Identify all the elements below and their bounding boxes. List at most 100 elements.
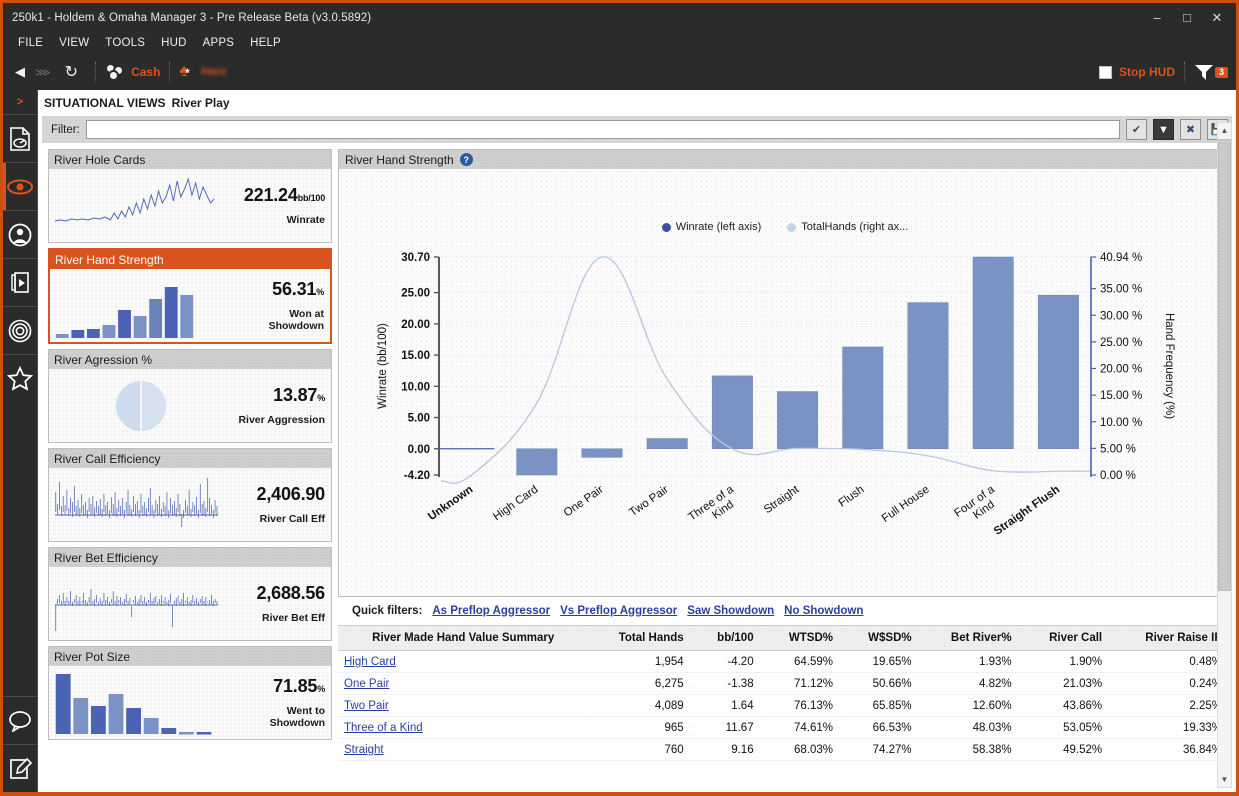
column-header-river-raise-ip[interactable]: River Raise IP (1112, 626, 1232, 651)
table-row[interactable]: Straight7609.1668.03%74.27%58.38%49.52%3… (338, 739, 1232, 761)
column-header-bb100[interactable]: bb/100 (694, 626, 764, 651)
river-hand-strength-chart[interactable]: Winrate (left axis) TotalHands (right ax… (338, 169, 1232, 597)
replayer-icon[interactable] (3, 258, 37, 306)
quick-filter-as-preflop-aggressor[interactable]: As Preflop Aggressor (432, 605, 550, 617)
stop-hud-toggle[interactable]: Stop HUD (1099, 65, 1175, 79)
card-stat: 221.24bb/100 Winrate (229, 185, 325, 226)
filter-input[interactable] (86, 120, 1120, 139)
toolbar-separator-3 (1184, 62, 1185, 82)
quick-filter-vs-preflop-aggressor[interactable]: Vs Preflop Aggressor (560, 605, 677, 617)
column-header-wtsd[interactable]: WTSD% (764, 626, 843, 651)
forward-icon[interactable]: ⋙ (31, 66, 55, 79)
clear-filter-button[interactable]: ✖ (1180, 119, 1201, 140)
legend-item-totalhands[interactable]: TotalHands (right ax... (787, 221, 908, 233)
close-button[interactable]: ✕ (1202, 5, 1232, 31)
table-cell: 1.64 (694, 695, 764, 717)
hand-value-link[interactable]: Straight (344, 744, 384, 756)
column-header-wssd[interactable]: W$SD% (843, 626, 922, 651)
menu-view[interactable]: VIEW (51, 35, 97, 51)
filter-funnel-button[interactable]: ▼ (1153, 119, 1174, 140)
scroll-up-arrow[interactable]: ▲ (1218, 123, 1231, 138)
table-cell: 11.67 (694, 717, 764, 739)
rail-expand-button[interactable]: > (3, 90, 37, 114)
rail-bottom-group (3, 696, 37, 792)
legend-label-winrate: Winrate (left axis) (676, 221, 762, 233)
card-unit: bb/100 (298, 193, 325, 203)
column-header-bet-river[interactable]: Bet River% (922, 626, 1022, 651)
edit-note-icon[interactable] (3, 744, 37, 792)
hand-value-link[interactable]: One Pair (344, 678, 389, 690)
legend-item-winrate[interactable]: Winrate (left axis) (662, 221, 762, 233)
river-made-hand-value-summary-table[interactable]: River Made Hand Value Summary Total Hand… (338, 625, 1232, 761)
card-title: River Bet Efficiency (49, 548, 331, 567)
svg-text:Two Pair: Two Pair (627, 484, 671, 520)
filter-label: Filter: (46, 124, 80, 136)
favorites-star-icon[interactable] (3, 354, 37, 402)
column-header-hand-value[interactable]: River Made Hand Value Summary (338, 626, 588, 651)
card-body: 221.24bb/100 Winrate (49, 169, 331, 242)
content-scrollbar[interactable]: ▲ ▼ (1217, 122, 1232, 788)
card-river-hand-strength[interactable]: River Hand Strength (48, 248, 332, 344)
hand-value-link[interactable]: High Card (344, 656, 396, 668)
menu-help[interactable]: HELP (242, 35, 289, 51)
hand-value-link[interactable]: Two Pair (344, 700, 389, 712)
card-river-bet-efficiency[interactable]: River Bet Efficiency 2,688.56 River Bet (48, 547, 332, 641)
table-cell-hand-value: One Pair (338, 673, 588, 695)
table-cell: 71.12% (764, 673, 843, 695)
table-cell: 965 (588, 717, 693, 739)
table-cell: 19.65% (843, 651, 922, 673)
chart-legend: Winrate (left axis) TotalHands (right ax… (339, 221, 1231, 233)
breadcrumb-page[interactable]: River Play (172, 96, 230, 110)
table-row[interactable]: Two Pair4,0891.6476.13%65.85%12.60%43.86… (338, 695, 1232, 717)
menu-file[interactable]: FILE (10, 35, 51, 51)
svg-text:10.00 %: 10.00 % (1100, 417, 1142, 429)
card-river-call-efficiency[interactable]: River Call Efficiency 2,406.90 River Cal (48, 448, 332, 542)
cash-game-selector[interactable]: Cash (105, 63, 160, 81)
menu-hud[interactable]: HUD (153, 35, 195, 51)
minimize-button[interactable]: – (1142, 5, 1172, 31)
player-selector[interactable]: ★ Hero (179, 64, 226, 80)
table-row[interactable]: Three of a Kind96511.6774.61%66.53%48.03… (338, 717, 1232, 739)
card-unit: % (316, 287, 324, 297)
reports-icon[interactable] (3, 114, 37, 162)
notes-chat-icon[interactable] (3, 696, 37, 744)
svg-text:One Pair: One Pair (562, 484, 606, 520)
filter-funnel-button[interactable]: 3 (1194, 62, 1228, 82)
quick-filter-saw-showdown[interactable]: Saw Showdown (687, 605, 774, 617)
table-cell: 36.84% (1112, 739, 1232, 761)
card-river-hole-cards[interactable]: River Hole Cards 221.24bb/100 Winrate (48, 149, 332, 243)
main-pane: River Hand Strength ? Winrate (left axis… (338, 149, 1232, 792)
menu-tools[interactable]: TOOLS (97, 35, 153, 51)
table-row[interactable]: One Pair6,275-1.3871.12%50.66%4.82%21.03… (338, 673, 1232, 695)
column-header-river-call[interactable]: River Call (1022, 626, 1113, 651)
svg-text:Straight Flush: Straight Flush (992, 484, 1062, 538)
table-header-row: River Made Hand Value Summary Total Hand… (338, 626, 1232, 651)
table-header: River Made Hand Value Summary Total Hand… (338, 626, 1232, 651)
chart-panel-title: River Hand Strength (345, 153, 454, 167)
player-icon[interactable] (3, 210, 37, 258)
scrollbar-thumb[interactable] (1218, 139, 1231, 591)
scrollbar-track[interactable] (1218, 591, 1231, 772)
target-icon[interactable] (3, 306, 37, 354)
back-icon[interactable]: ◀ (9, 64, 31, 80)
hand-value-link[interactable]: Three of a Kind (344, 722, 423, 734)
spade-icon: ★ (179, 64, 195, 80)
card-caption: Winrate (235, 214, 325, 226)
apply-filter-button[interactable]: ✔ (1126, 119, 1147, 140)
quick-filter-no-showdown[interactable]: No Showdown (784, 605, 863, 617)
card-river-aggression[interactable]: River Agression % 13.87% River Aggressio… (48, 349, 332, 443)
table-cell: 1.90% (1022, 651, 1113, 673)
refresh-icon[interactable]: ↻ (57, 62, 86, 82)
situational-views-icon[interactable] (3, 162, 37, 210)
menu-apps[interactable]: APPS (195, 35, 242, 51)
toolbar-separator-2 (169, 62, 170, 82)
stop-hud-checkbox[interactable] (1099, 66, 1112, 79)
card-river-pot-size[interactable]: River Pot Size (48, 646, 332, 740)
column-header-total-hands[interactable]: Total Hands (588, 626, 693, 651)
breadcrumb-section[interactable]: SITUATIONAL VIEWS (44, 96, 166, 110)
svg-text:High Card: High Card (491, 484, 540, 524)
table-row[interactable]: High Card1,954-4.2064.59%19.65%1.93%1.90… (338, 651, 1232, 673)
scroll-down-arrow[interactable]: ▼ (1218, 772, 1231, 787)
maximize-button[interactable]: □ (1172, 5, 1202, 31)
help-icon[interactable]: ? (460, 153, 473, 166)
